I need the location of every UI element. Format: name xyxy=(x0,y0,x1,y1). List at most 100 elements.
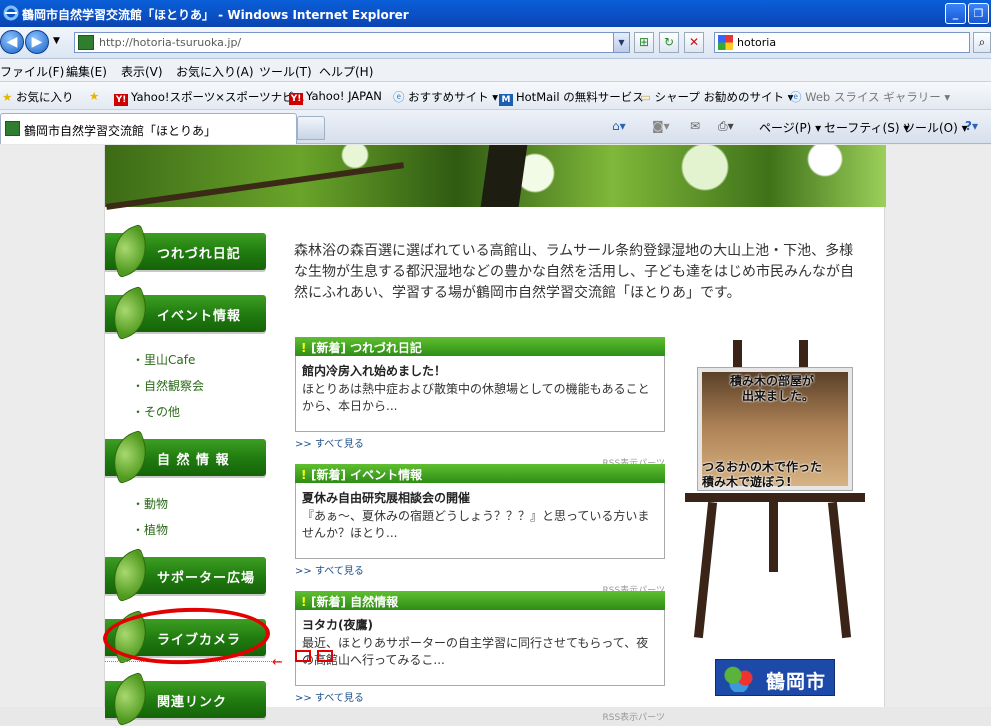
news-box-body: 夏休み自由研究展相談会の開催 『あぁ〜、夏休みの宿題どうしょう？？？』と思ってい… xyxy=(295,483,665,559)
tab-hotoria[interactable]: 鶴岡市自然学習交流館「ほとりあ」 xyxy=(0,113,297,144)
star-icon: ★ xyxy=(2,90,13,104)
leaf-icon xyxy=(104,671,156,726)
nav-label: イベント情報 xyxy=(157,309,242,324)
page-menu[interactable]: ページ(P) ▾ xyxy=(759,119,821,136)
easel-leg xyxy=(769,502,778,572)
sub-other[interactable]: その他 xyxy=(132,403,180,420)
address-field[interactable]: http://hotoria-tsuruoka.jp/ ▼ xyxy=(74,32,630,53)
fav-web-slice[interactable]: ⓔ Web スライス ギャラリー ▾ xyxy=(790,89,950,105)
easel-illustration[interactable]: 積み木の部屋が 出来ました。 つるおかの木で作った 積み木で遊ぼう! xyxy=(685,340,865,640)
nav-links[interactable]: 関連リンク xyxy=(104,671,266,726)
window-title: 鶴岡市自然学習交流館「ほとりあ」 - Windows Internet Expl… xyxy=(22,8,409,22)
easel-leg xyxy=(693,501,718,639)
fav-hotmail[interactable]: M HotMail の無料サービス xyxy=(499,89,644,106)
yahoo-icon: Y! xyxy=(114,94,128,106)
site-favicon-icon xyxy=(78,35,94,50)
minimize-button[interactable]: _ xyxy=(945,3,966,24)
fav-label: おすすめサイト ▾ xyxy=(408,90,499,104)
news-item-title[interactable]: 館内冷房入れ始めました！ xyxy=(302,362,658,379)
leaf-icon xyxy=(104,547,156,603)
rss-feed-icon[interactable]: ◙▾ xyxy=(652,119,670,133)
search-go-icon[interactable]: ⌕ xyxy=(973,32,991,53)
address-dropdown-icon[interactable]: ▼ xyxy=(613,33,629,52)
nav-label: つれづれ日記 xyxy=(157,247,241,262)
nav-diary[interactable]: つれづれ日記 xyxy=(104,223,266,279)
sub-animals[interactable]: 動物 xyxy=(132,495,168,512)
rss-parts-label[interactable]: RSS表示パーツ xyxy=(295,710,666,723)
menu-file[interactable]: ファイル(F) xyxy=(0,63,64,80)
window-titlebar: 鶴岡市自然学習交流館「ほとりあ」 - Windows Internet Expl… xyxy=(0,0,991,27)
ie-page-icon: ⓔ xyxy=(790,90,802,104)
tab-label: 鶴岡市自然学習交流館「ほとりあ」 xyxy=(24,124,217,138)
news-item-title[interactable]: ヨタカ(夜鷹) xyxy=(302,616,658,633)
nav-supporter[interactable]: サポーター広場 xyxy=(104,547,266,603)
menu-view[interactable]: 表示(V) xyxy=(121,63,163,80)
nav-label: サポーター広場 xyxy=(157,571,256,586)
fav-label: Web スライス ギャラリー ▾ xyxy=(805,90,951,104)
menu-help[interactable]: ヘルプ(H) xyxy=(319,63,373,80)
news-box-nature: [新着] 自然情報 ヨタカ(夜鷹) 最近、ほとりあサポーターの自主学習に同行させ… xyxy=(295,591,665,723)
mail-icon[interactable]: ✉ xyxy=(690,119,700,133)
menu-favorites[interactable]: お気に入り(A) xyxy=(176,63,254,80)
news-item-excerpt: ほとりあは熱中症および散策中の休憩場としての機能もあることから、本日から... xyxy=(302,382,650,413)
see-all-link[interactable]: >> すべて見る xyxy=(295,562,665,577)
fav-label: HotMail の無料サービス xyxy=(516,90,644,104)
nav-nature-info[interactable]: 自 然 情 報 xyxy=(104,429,266,485)
fav-label: Yahoo! JAPAN xyxy=(306,89,382,103)
site-favicon-icon xyxy=(5,121,20,136)
sub-plants[interactable]: 植物 xyxy=(132,521,168,538)
back-button[interactable]: ◀ xyxy=(0,30,24,54)
safety-menu[interactable]: セーフティ(S) ▾ xyxy=(824,119,909,136)
tools-menu[interactable]: ツール(O) ▾ xyxy=(903,119,968,136)
fav-yahoo-sports[interactable]: Y! Yahoo!スポーツ×スポーツナビ... xyxy=(114,89,305,106)
yahoo-icon: Y! xyxy=(289,93,303,105)
print-icon[interactable]: ⎙▾ xyxy=(718,119,734,134)
news-item-title[interactable]: 夏休み自由研究展相談会の開催 xyxy=(302,489,658,506)
refresh-icon[interactable]: ↻ xyxy=(659,32,679,53)
hotmail-icon: M xyxy=(499,94,513,106)
fav-recommended[interactable]: ⓔ おすすめサイト ▾ xyxy=(393,89,498,105)
stop-icon[interactable]: ✕ xyxy=(684,32,704,53)
nav-events[interactable]: イベント情報 xyxy=(104,285,266,341)
header-banner-image xyxy=(105,145,886,210)
fav-sharp[interactable]: ▭ シャープ お勧めのサイト ▾ xyxy=(640,89,793,105)
home-icon[interactable]: ⌂▾ xyxy=(612,119,626,133)
easel-caption-top: 積み木の部屋が 出来ました。 xyxy=(730,374,815,403)
help-icon[interactable]: ?▾ xyxy=(965,119,978,133)
compatibility-icon[interactable]: ⊞ xyxy=(634,32,654,53)
fav-label: Yahoo!スポーツ×スポーツナビ... xyxy=(131,90,305,104)
sub-nature-walk[interactable]: 自然観察会 xyxy=(132,377,204,394)
see-all-link[interactable]: >> すべて見る xyxy=(295,435,665,450)
news-box-body: 館内冷房入れ始めました！ ほとりあは熱中症および散策中の休憩場としての機能もある… xyxy=(295,356,665,432)
menu-edit[interactable]: 編集(E) xyxy=(66,63,107,80)
leaf-icon xyxy=(104,285,156,341)
city-name: 鶴岡市 xyxy=(766,671,827,693)
ie-logo-icon xyxy=(3,5,19,21)
fav-label: シャープ お勧めのサイト ▾ xyxy=(654,90,794,104)
nav-label: 自 然 情 報 xyxy=(157,453,230,468)
add-favorite-icon[interactable]: ★ xyxy=(89,89,99,103)
tsuruoka-city-logo[interactable]: 鶴岡市 xyxy=(715,659,835,696)
annotation-box xyxy=(317,650,333,662)
nav-label: 関連リンク xyxy=(157,695,228,710)
fav-yahoo-japan[interactable]: Y! Yahoo! JAPAN xyxy=(289,89,382,105)
maximize-button[interactable]: ❐ xyxy=(968,3,989,24)
address-url: http://hotoria-tsuruoka.jp/ xyxy=(99,36,242,49)
news-item-excerpt: 最近、ほとりあサポーターの自主学習に同行させてもらって、夜の高館山へ行ってみるこ… xyxy=(302,636,649,667)
news-box-header: [新着] つれづれ日記 xyxy=(295,337,665,356)
favorites-button[interactable]: ★ お気に入り xyxy=(2,89,73,105)
search-input[interactable]: hotoria xyxy=(714,32,970,53)
city-emblem-icon xyxy=(721,664,761,692)
news-box-header: [新着] 自然情報 xyxy=(295,591,665,610)
annotation-box xyxy=(295,650,311,662)
news-box-body: ヨタカ(夜鷹) 最近、ほとりあサポーターの自主学習に同行させてもらって、夜の高館… xyxy=(295,610,665,686)
easel-leg xyxy=(733,340,742,370)
recent-pages-icon[interactable]: ▼ xyxy=(53,36,60,46)
tab-bar: 鶴岡市自然学習交流館「ほとりあ」 ⌂▾ ◙▾ ✉ ⎙▾ ページ(P) ▾ セーフ… xyxy=(0,110,991,144)
forward-button[interactable]: ▶ xyxy=(25,30,49,54)
see-all-link[interactable]: >> すべて見る xyxy=(295,689,665,704)
menu-tools[interactable]: ツール(T) xyxy=(259,63,312,80)
new-tab-button[interactable] xyxy=(297,116,325,140)
news-box-diary: [新着] つれづれ日記 館内冷房入れ始めました！ ほとりあは熱中症および散策中の… xyxy=(295,337,665,469)
sub-satoyama-cafe[interactable]: 里山Cafe xyxy=(132,351,195,368)
